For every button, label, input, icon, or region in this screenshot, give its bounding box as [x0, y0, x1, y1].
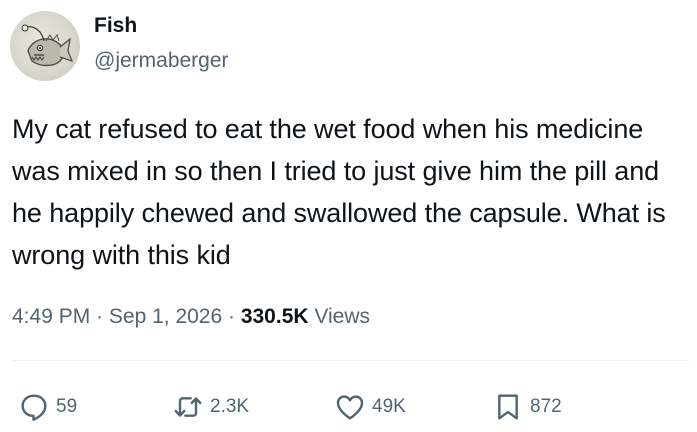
reply-button[interactable]: 59: [18, 385, 77, 429]
bookmark-icon: [498, 394, 518, 420]
tweet-meta: 4:49 PM · Sep 1, 2026 · 330.5K Views: [12, 305, 370, 329]
action-bar: 59 2.3K 49K 872: [0, 385, 697, 429]
bookmark-count: 872: [530, 396, 562, 417]
tweet-date[interactable]: Sep 1, 2026: [109, 305, 222, 328]
views-count: 330.5K: [240, 305, 309, 328]
views-label: Views: [314, 305, 371, 328]
reply-count: 59: [56, 396, 78, 417]
retweet-button[interactable]: 2.3K: [172, 385, 249, 429]
meta-separator: ·: [222, 305, 241, 328]
author-handle[interactable]: @jermaberger: [94, 49, 229, 73]
like-count: 49K: [372, 396, 406, 417]
avatar[interactable]: [10, 11, 80, 81]
divider: [12, 360, 689, 361]
like-button[interactable]: 49K: [334, 385, 406, 429]
tweet-text: My cat refused to eat the wet food when …: [12, 114, 674, 270]
author-name[interactable]: Fish: [94, 14, 137, 38]
anglerfish-icon: [21, 24, 74, 67]
bookmark-button[interactable]: 872: [492, 385, 562, 429]
retweet-icon: [174, 397, 202, 417]
tweet-time[interactable]: 4:49 PM: [12, 305, 90, 328]
retweet-count: 2.3K: [210, 396, 250, 417]
reply-icon: [21, 394, 47, 421]
meta-separator: ·: [90, 305, 109, 328]
heart-icon: [336, 395, 364, 420]
